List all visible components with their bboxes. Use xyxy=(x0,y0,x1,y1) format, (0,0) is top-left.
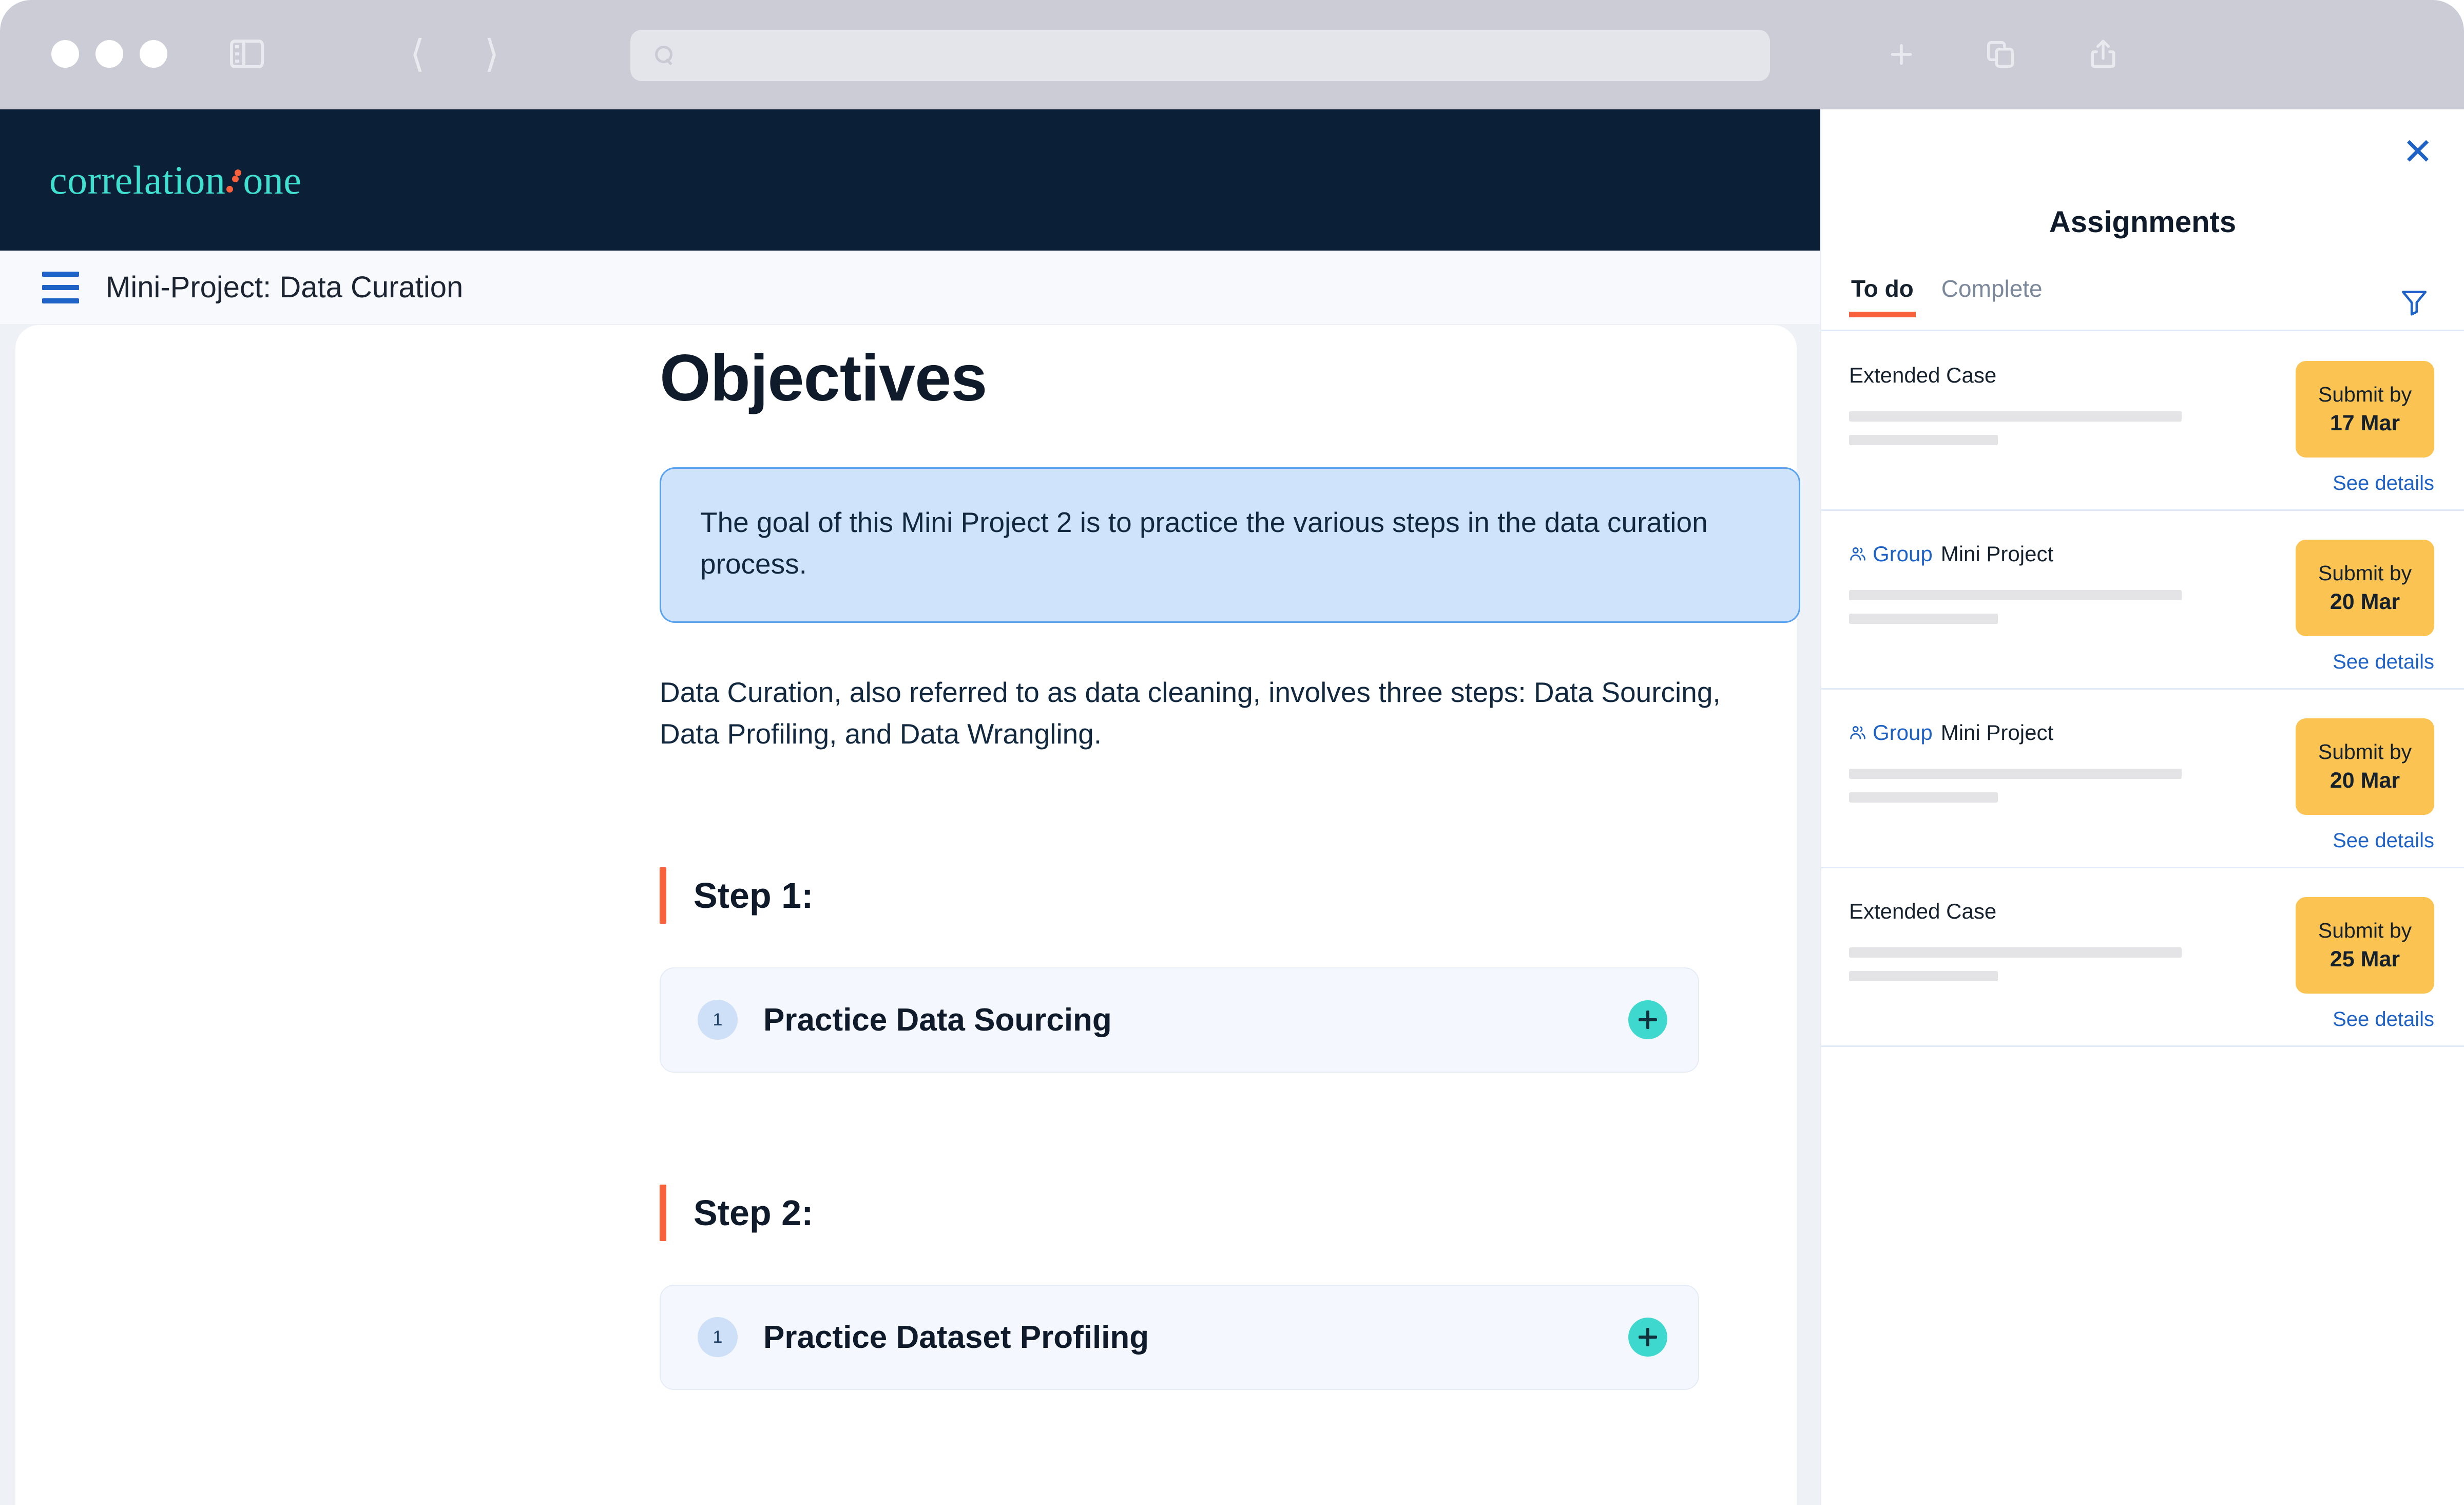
assignment-row[interactable]: Group Mini Project Submit by 20 Mar See … xyxy=(1821,690,2464,868)
content-scroll-area[interactable]: Objectives The goal of this Mini Project… xyxy=(0,325,1820,1505)
people-icon xyxy=(1850,547,1865,561)
task-title: Practice Dataset Profiling xyxy=(763,1319,1149,1355)
assignment-title: Extended Case xyxy=(1849,899,1997,923)
see-details-link[interactable]: See details xyxy=(2296,651,2434,674)
tab-complete[interactable]: Complete xyxy=(1941,275,2043,316)
see-details-link[interactable]: See details xyxy=(2296,472,2434,495)
skeleton-bar xyxy=(1849,971,1998,981)
browser-titlebar: ⟨ ⟩ xyxy=(0,0,2464,109)
skeleton-bar xyxy=(1849,792,1998,803)
due-label: Submit by xyxy=(2318,918,2412,942)
see-details-link[interactable]: See details xyxy=(2296,829,2434,852)
search-icon xyxy=(655,46,675,65)
skeleton-bar xyxy=(1849,614,1998,624)
due-label: Submit by xyxy=(2318,561,2412,585)
close-window-button[interactable] xyxy=(51,40,79,68)
page-title: Mini-Project: Data Curation xyxy=(106,271,464,304)
assignment-row[interactable]: Group Mini Project Submit by 20 Mar See … xyxy=(1821,511,2464,690)
brand-text-before: correlation xyxy=(49,157,226,202)
tab-todo[interactable]: To do xyxy=(1849,275,1916,317)
document-heading: Objectives xyxy=(660,341,987,415)
people-icon xyxy=(1850,726,1865,739)
sidebar-icon[interactable] xyxy=(225,32,269,76)
due-date: 17 Mar xyxy=(2330,410,2400,435)
assignment-row[interactable]: Extended Case Submit by 25 Mar See detai… xyxy=(1821,868,2464,1047)
task-card-2[interactable]: 1 Practice Dataset Profiling xyxy=(660,1284,1699,1390)
hamburger-icon[interactable] xyxy=(42,271,79,303)
brand-dots-icon xyxy=(225,163,243,194)
assignment-row[interactable]: Extended Case Submit by 17 Mar See detai… xyxy=(1821,332,2464,511)
chevron-left-icon[interactable]: ⟨ xyxy=(395,32,439,76)
chevron-right-icon[interactable]: ⟩ xyxy=(470,32,514,76)
assignments-panel: ✕ Assignments To do Complete Extended Ca… xyxy=(1820,109,2464,1505)
due-date: 20 Mar xyxy=(2330,589,2400,614)
callout-box: The goal of this Mini Project 2 is to pr… xyxy=(660,467,1800,623)
due-label: Submit by xyxy=(2318,739,2412,764)
task-number-badge: 1 xyxy=(698,1000,738,1040)
due-chip: Submit by 20 Mar xyxy=(2296,718,2434,815)
plus-icon[interactable] xyxy=(1879,32,1924,77)
brand-logo[interactable]: correlation one xyxy=(49,157,301,203)
due-chip: Submit by 20 Mar xyxy=(2296,540,2434,636)
maximize-window-button[interactable] xyxy=(140,40,167,68)
due-chip: Submit by 25 Mar xyxy=(2296,897,2434,994)
brand-text-after: one xyxy=(243,157,302,202)
app-topbar: correlation one xyxy=(0,109,1820,251)
filter-icon[interactable] xyxy=(2397,285,2431,319)
share-icon[interactable] xyxy=(2081,32,2126,77)
step-accent-bar xyxy=(660,1184,666,1241)
due-date: 25 Mar xyxy=(2330,946,2400,971)
task-title: Practice Data Sourcing xyxy=(763,1002,1112,1038)
step-block-2: Step 2: 1 Practice Dataset Profiling xyxy=(660,1184,1815,1390)
browser-window: ⟨ ⟩ correlation one Mini-Project: Data C… xyxy=(0,0,2464,1505)
skeleton-bar xyxy=(1849,947,2182,958)
step-heading-1: Step 1: xyxy=(660,867,1815,924)
step-heading-2: Step 2: xyxy=(660,1184,1815,1241)
assignment-list: Extended Case Submit by 17 Mar See detai… xyxy=(1821,332,2464,1047)
traffic-lights xyxy=(51,40,167,68)
callout-text: The goal of this Mini Project 2 is to pr… xyxy=(700,506,1708,580)
minimize-window-button[interactable] xyxy=(95,40,123,68)
skeleton-bar xyxy=(1849,411,2182,422)
page-header-bar: Mini-Project: Data Curation xyxy=(0,251,1820,325)
plus-icon[interactable] xyxy=(1628,1318,1667,1357)
assignments-tabs: To do Complete xyxy=(1821,275,2464,331)
step-accent-bar xyxy=(660,867,666,924)
assignment-title: Mini Project xyxy=(1940,542,2054,566)
skeleton-bar xyxy=(1849,769,2182,779)
task-card-1[interactable]: 1 Practice Data Sourcing xyxy=(660,967,1699,1073)
skeleton-bar xyxy=(1849,435,1998,445)
skeleton-bar xyxy=(1849,590,2182,600)
group-label: Group xyxy=(1873,720,1933,745)
plus-icon[interactable] xyxy=(1628,1000,1667,1040)
content-card: Objectives The goal of this Mini Project… xyxy=(15,325,1800,1505)
document-body: Objectives The goal of this Mini Project… xyxy=(660,325,1815,1390)
close-icon[interactable]: ✕ xyxy=(2400,134,2435,171)
due-date: 20 Mar xyxy=(2330,768,2400,793)
address-bar[interactable] xyxy=(630,30,1770,81)
document-paragraph: Data Curation, also referred to as data … xyxy=(660,676,1721,750)
assignment-title: Extended Case xyxy=(1849,363,1997,387)
assignment-title: Mini Project xyxy=(1940,720,2054,745)
task-number-badge: 1 xyxy=(698,1317,738,1358)
assignments-panel-title: Assignments xyxy=(2049,205,2237,239)
group-tag: Group xyxy=(1849,542,1933,566)
step-block-1: Step 1: 1 Practice Data Sourcing xyxy=(660,867,1815,1073)
step-label: Step 2: xyxy=(694,1192,814,1233)
group-label: Group xyxy=(1873,542,1933,566)
due-chip: Submit by 17 Mar xyxy=(2296,361,2434,458)
step-label: Step 1: xyxy=(694,875,814,916)
see-details-link[interactable]: See details xyxy=(2296,1008,2434,1031)
due-label: Submit by xyxy=(2318,382,2412,406)
tabs-icon[interactable] xyxy=(1978,32,2023,77)
group-tag: Group xyxy=(1849,720,1933,745)
